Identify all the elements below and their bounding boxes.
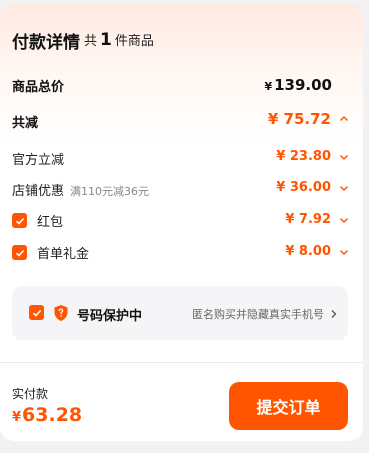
redpacket-checkbox[interactable] — [12, 213, 27, 228]
total-discount-value: ¥ 75.72 — [267, 110, 331, 128]
chevron-down-icon — [340, 185, 348, 191]
firstorder-checkbox[interactable] — [12, 245, 27, 260]
privacy-checkbox-wrap — [29, 305, 44, 320]
discount-label-firstorder: 首单礼金 — [37, 247, 90, 262]
total-discount-label: 共减 — [12, 116, 39, 131]
item-count: 共 1 件商品 — [84, 30, 154, 50]
discount-row-official[interactable]: ¥ 23.80 — [276, 149, 349, 164]
discount-label-official: 官方立减 — [12, 153, 65, 168]
chevron-down-icon — [340, 154, 348, 160]
pay-amount-value: 63.28 — [22, 404, 83, 426]
total-price-value: 139.00 — [274, 76, 332, 94]
checkmark-icon — [15, 249, 24, 257]
pay-amount-currency: ¥ — [12, 410, 22, 425]
item-count-suffix: 件商品 — [114, 34, 154, 49]
chevron-right-icon — [331, 310, 337, 318]
privacy-description: 匿名购买并隐藏真实手机号 — [192, 308, 324, 321]
footer-divider — [0, 362, 363, 363]
page-title: 付款详情 — [12, 33, 80, 53]
item-count-prefix: 共 — [84, 34, 98, 49]
total-discount-toggle[interactable]: ¥ 75.72 — [268, 110, 349, 128]
submit-order-button[interactable]: 提交订单 — [229, 382, 348, 430]
shield-icon — [54, 305, 68, 321]
checkmark-icon — [32, 309, 41, 317]
discount-value-shop: ¥ 36.00 — [276, 180, 331, 195]
payment-details-card: 付款详情 共 1 件商品 商品总价 ¥ 139.00 共减 ¥ 75.72 官方… — [0, 4, 363, 441]
chevron-down-icon — [340, 217, 349, 223]
total-price-label: 商品总价 — [12, 80, 65, 95]
checkmark-icon — [15, 217, 24, 225]
discount-label-shop: 店铺优惠 — [12, 184, 65, 199]
pay-amount: ¥ 63.28 — [12, 404, 82, 426]
chevron-up-icon — [340, 116, 348, 121]
discount-row-shop[interactable]: ¥ 36.00 — [276, 180, 349, 195]
discount-note-shop: 满110元减36元 — [70, 185, 150, 198]
discount-value-official: ¥ 23.80 — [276, 149, 331, 164]
discount-row-firstorder[interactable]: ¥ 8.00 — [285, 244, 349, 259]
discount-row-firstorder-left: 首单礼金 — [12, 243, 89, 262]
item-count-value: 1 — [100, 30, 112, 50]
discount-label-redpacket: 红包 — [37, 215, 64, 230]
pay-amount-label: 实付款 — [12, 387, 49, 401]
privacy-title: 号码保护中 — [77, 309, 143, 324]
discount-value-firstorder: ¥ 8.00 — [285, 244, 331, 259]
total-price: ¥ 139.00 — [264, 76, 332, 94]
chevron-down-icon — [340, 249, 348, 255]
total-price-currency: ¥ — [264, 80, 273, 93]
privacy-checkbox[interactable] — [29, 305, 44, 320]
discount-row-redpacket[interactable]: ¥ 7.92 — [285, 212, 349, 227]
privacy-protection-panel[interactable]: 号码保护中 匿名购买并隐藏真实手机号 — [12, 286, 348, 340]
discount-label-shop-wrap: 店铺优惠 满110元减36元 — [12, 180, 149, 199]
discount-value-redpacket: ¥ 7.92 — [285, 212, 331, 227]
discount-row-redpacket-left: 红包 — [12, 211, 63, 230]
